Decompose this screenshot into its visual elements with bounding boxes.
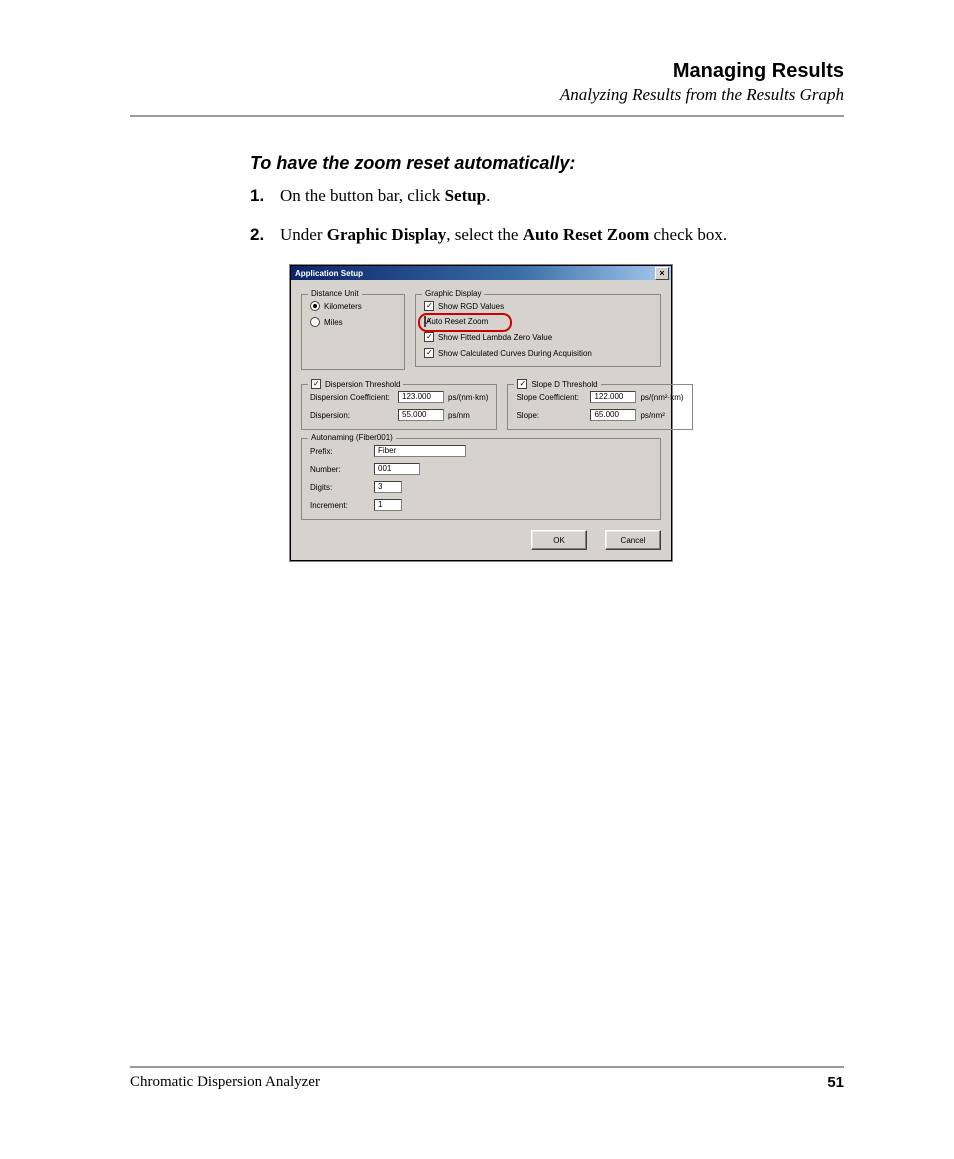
prefix-field: Prefix: [310, 445, 652, 457]
footer-product: Chromatic Dispersion Analyzer [130, 1074, 320, 1091]
step-bold: Graphic Display [327, 225, 447, 244]
field-label: Dispersion Coefficient: [310, 393, 394, 402]
field-label: Dispersion: [310, 411, 394, 420]
field-label: Prefix: [310, 447, 370, 456]
checkbox-label: Show Calculated Curves During Acquisitio… [438, 349, 592, 358]
step-body: Under Graphic Display, select the Auto R… [280, 223, 834, 248]
checkbox-label: Auto Reset Zoom [426, 317, 488, 326]
group-legend: Autonaming (Fiber001) [308, 433, 396, 442]
checkbox-icon[interactable] [517, 379, 527, 389]
dialog-screenshot: Application Setup × Distance Unit Kilome… [290, 265, 834, 561]
unit-label: ps/(nm·km) [448, 393, 488, 402]
group-legend: Slope D Threshold [514, 379, 600, 391]
dispersion-field: Dispersion: ps/nm [310, 409, 488, 421]
digits-field: Digits: [310, 481, 652, 493]
auto-reset-zoom-checkbox[interactable]: Auto Reset Zoom [424, 317, 488, 326]
radio-label: Kilometers [324, 302, 362, 311]
show-rgd-checkbox[interactable]: Show RGD Values [424, 301, 652, 311]
dialog-button-row: OK Cancel [301, 530, 661, 550]
application-setup-dialog: Application Setup × Distance Unit Kilome… [290, 265, 672, 561]
slope-field: Slope: ps/nm² [516, 409, 683, 421]
field-label: Slope Coefficient: [516, 393, 586, 402]
checkbox-icon [424, 332, 434, 342]
prefix-input[interactable] [374, 445, 466, 457]
step-text: Under [280, 225, 327, 244]
distance-unit-group: Distance Unit Kilometers Miles [301, 294, 405, 370]
dialog-body: Distance Unit Kilometers Miles Graphic D… [291, 280, 671, 560]
unit-label: ps/(nm²·km) [640, 393, 683, 402]
dispersion-coefficient-input[interactable] [398, 391, 444, 403]
step-text: On the button bar, click [280, 186, 445, 205]
section-subtitle: Analyzing Results from the Results Graph [130, 85, 844, 105]
dialog-title: Application Setup [295, 269, 363, 278]
unit-label: ps/nm² [640, 411, 664, 420]
group-legend: Graphic Display [422, 289, 484, 298]
graphic-display-group: Graphic Display Show RGD Values Auto Res… [415, 294, 661, 367]
field-label: Digits: [310, 483, 370, 492]
field-label: Increment: [310, 501, 370, 510]
dispersion-coefficient-field: Dispersion Coefficient: ps/(nm·km) [310, 391, 488, 403]
slope-coefficient-field: Slope Coefficient: ps/(nm²·km) [516, 391, 683, 403]
ok-button[interactable]: OK [531, 530, 587, 550]
digits-input[interactable] [374, 481, 402, 493]
miles-radio[interactable]: Miles [310, 317, 396, 327]
slope-coefficient-input[interactable] [590, 391, 636, 403]
dispersion-input[interactable] [398, 409, 444, 421]
dispersion-threshold-group: Dispersion Threshold Dispersion Coeffici… [301, 384, 497, 430]
slope-input[interactable] [590, 409, 636, 421]
task-title: To have the zoom reset automatically: [250, 153, 834, 174]
step-2: 2. Under Graphic Display, select the Aut… [250, 223, 834, 248]
page-number: 51 [827, 1074, 844, 1091]
checkbox-icon [424, 348, 434, 358]
page: Managing Results Analyzing Results from … [0, 0, 954, 1159]
checkbox-label: Show Fitted Lambda Zero Value [438, 333, 552, 342]
increment-field: Increment: [310, 499, 652, 511]
step-text: check box. [649, 225, 727, 244]
step-text: . [486, 186, 490, 205]
autonaming-group: Autonaming (Fiber001) Prefix: Number: Di… [301, 438, 661, 520]
cancel-button[interactable]: Cancel [605, 530, 661, 550]
kilometers-radio[interactable]: Kilometers [310, 301, 396, 311]
header-rule [130, 115, 844, 117]
field-label: Slope: [516, 411, 586, 420]
chapter-title: Managing Results [130, 60, 844, 83]
checkbox-icon [424, 301, 434, 311]
titlebar[interactable]: Application Setup × [291, 266, 671, 280]
radio-icon [310, 317, 320, 327]
show-fitted-checkbox[interactable]: Show Fitted Lambda Zero Value [424, 332, 652, 342]
step-bold: Setup [445, 186, 487, 205]
unit-label: ps/nm [448, 411, 470, 420]
show-calc-checkbox[interactable]: Show Calculated Curves During Acquisitio… [424, 348, 652, 358]
field-label: Number: [310, 465, 370, 474]
step-text: , select the [446, 225, 522, 244]
page-footer: Chromatic Dispersion Analyzer 51 [130, 1066, 844, 1091]
close-icon[interactable]: × [655, 267, 669, 280]
number-input[interactable] [374, 463, 420, 475]
page-header: Managing Results Analyzing Results from … [130, 60, 844, 105]
step-body: On the button bar, click Setup. [280, 184, 834, 209]
checkbox-icon[interactable] [311, 379, 321, 389]
step-bold: Auto Reset Zoom [523, 225, 650, 244]
radio-label: Miles [324, 318, 343, 327]
increment-input[interactable] [374, 499, 402, 511]
checkbox-label: Show RGD Values [438, 302, 504, 311]
step-1: 1. On the button bar, click Setup. [250, 184, 834, 209]
number-field: Number: [310, 463, 652, 475]
checkbox-label: Dispersion Threshold [325, 380, 400, 389]
checkbox-label: Slope D Threshold [531, 380, 597, 389]
step-number: 2. [250, 223, 280, 248]
step-number: 1. [250, 184, 280, 209]
checkbox-icon [424, 316, 426, 327]
slope-threshold-group: Slope D Threshold Slope Coefficient: ps/… [507, 384, 692, 430]
group-legend: Distance Unit [308, 289, 362, 298]
content: To have the zoom reset automatically: 1.… [130, 153, 844, 561]
group-legend: Dispersion Threshold [308, 379, 403, 391]
radio-icon [310, 301, 320, 311]
